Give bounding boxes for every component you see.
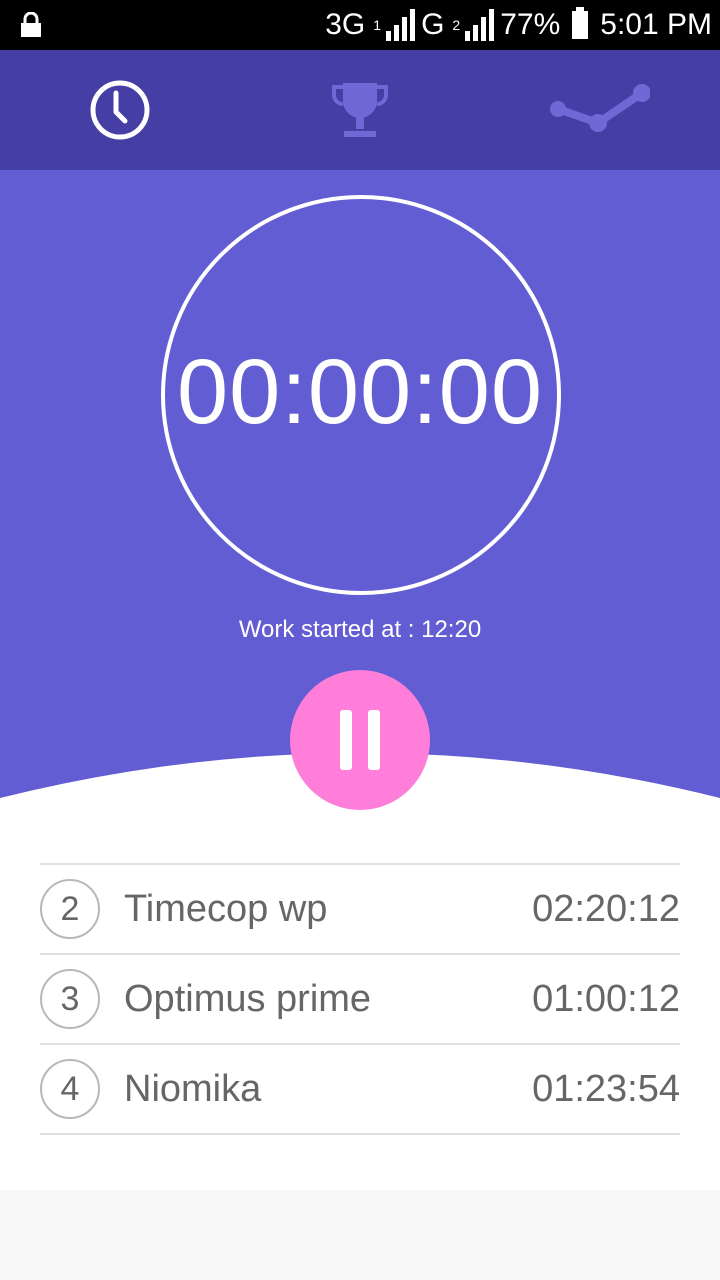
status-bar: 3G 1 G 2 77% 5:01 PM xyxy=(0,0,720,50)
user-name: Optimus prime xyxy=(124,977,372,1020)
rank-badge: 2 xyxy=(40,879,100,939)
tab-leaderboard[interactable] xyxy=(240,50,480,170)
user-name: Niomika xyxy=(124,1067,262,1110)
leaderboard-list: 2 Timecop wp 02:20:12 3 Optimus prime 01… xyxy=(40,863,680,1135)
battery-icon xyxy=(572,7,589,39)
battery-percent: 77% xyxy=(500,8,561,41)
list-item[interactable]: 3 Optimus prime 01:00:12 xyxy=(40,955,680,1045)
user-time: 02:20:12 xyxy=(532,887,680,930)
status-clock: 5:01 PM xyxy=(600,8,712,41)
list-item[interactable]: 4 Niomika 01:23:54 xyxy=(40,1045,680,1135)
user-time: 01:23:54 xyxy=(532,1067,680,1110)
user-name: Timecop wp xyxy=(124,887,328,930)
lock-icon xyxy=(21,12,41,37)
tab-bar xyxy=(0,50,720,170)
tab-timer[interactable] xyxy=(0,50,240,170)
clock-icon xyxy=(90,80,150,140)
timer-display: 00:00:00 xyxy=(176,341,544,443)
user-time: 01:00:12 xyxy=(532,977,680,1020)
network-type-2: G xyxy=(421,8,445,41)
list-item[interactable]: 2 Timecop wp 02:20:12 xyxy=(40,865,680,955)
pause-button[interactable] xyxy=(290,670,430,810)
sim-2-label: 2 xyxy=(452,17,461,33)
signal-2-icon: 2 xyxy=(452,9,495,41)
chart-line-icon xyxy=(550,84,650,132)
trophy-icon xyxy=(332,83,388,137)
pause-bar-left xyxy=(340,710,352,770)
work-started-label: Work started at : 12:20 xyxy=(238,616,482,643)
status-icons: 3G 1 G 2 77% 5:01 PM xyxy=(325,0,712,50)
signal-1-icon: 1 xyxy=(373,9,416,41)
pause-bar-right xyxy=(368,710,380,770)
tab-stats[interactable] xyxy=(480,50,720,170)
rank-badge: 3 xyxy=(40,969,100,1029)
sim-1-label: 1 xyxy=(373,17,382,33)
rank-badge: 4 xyxy=(40,1059,100,1119)
network-type-1: 3G xyxy=(325,8,366,41)
